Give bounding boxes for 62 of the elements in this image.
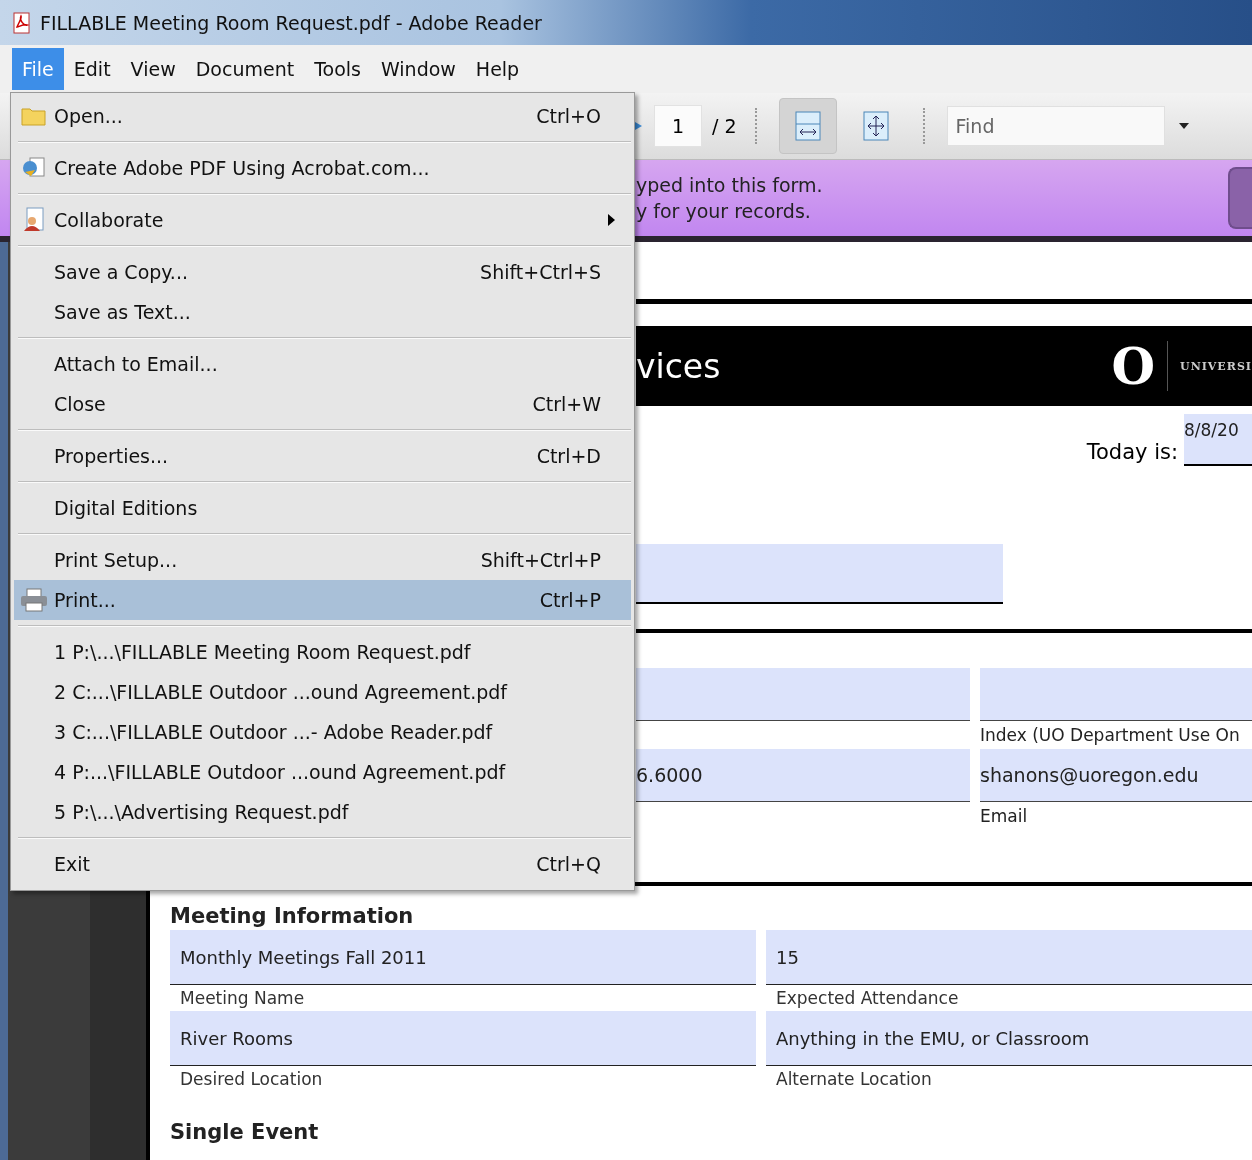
menu-item[interactable]: Digital Editions: [14, 488, 631, 528]
field-label: Index (UO Department Use On: [980, 724, 1241, 747]
menu-item[interactable]: Tools: [304, 48, 371, 90]
header-title: vices: [636, 346, 721, 386]
section-heading: Single Event: [170, 1120, 320, 1144]
page-number-field[interactable]: 1: [654, 105, 702, 147]
menu-item[interactable]: 1 P:\...\FILLABLE Meeting Room Request.pdf: [14, 632, 631, 672]
banner-text: yped into this form.: [636, 174, 823, 196]
menu-item[interactable]: View: [120, 48, 186, 90]
section-heading: Meeting Information: [170, 904, 415, 928]
text-field[interactable]: shanons@uoregon.edu: [980, 749, 1252, 802]
window-title: FILLABLE Meeting Room Request.pdf - Adobe Reader: [40, 11, 542, 34]
banner-button[interactable]: [1228, 167, 1252, 229]
menu-item[interactable]: Help: [465, 48, 530, 90]
menu-item[interactable]: Attach to Email...: [14, 344, 631, 384]
date-field[interactable]: 8/8/20: [1184, 414, 1252, 466]
field-label: Meeting Name: [179, 987, 306, 1010]
banner-text: y for your records.: [636, 200, 812, 222]
menu-item[interactable]: Properties... Ctrl+D: [14, 436, 631, 476]
find-field[interactable]: Find: [946, 106, 1165, 146]
menu-item[interactable]: Exit Ctrl+Q: [14, 844, 631, 884]
menu-item[interactable]: Collaborate: [14, 200, 631, 240]
menu-item[interactable]: 4 P:...\FILLABLE Outdoor ...ound Agreement.pdf: [14, 752, 631, 792]
fit-width-icon: [794, 111, 821, 141]
menu-item[interactable]: Save a Copy... Shift+Ctrl+S: [14, 252, 631, 292]
submenu-arrow-icon: [608, 214, 615, 226]
folder-icon: [21, 106, 47, 126]
menu-item[interactable]: Open... Ctrl+O: [14, 96, 631, 136]
menu-item[interactable]: 3 C:...\FILLABLE Outdoor ...- Adobe Reader.pdf: [14, 712, 631, 752]
field-label: Desired Location: [179, 1068, 324, 1091]
menu-item[interactable]: Save as Text...: [14, 292, 631, 332]
text-field[interactable]: [636, 544, 1003, 604]
field-label: Expected Attendance: [775, 987, 960, 1010]
menu-item[interactable]: Window: [370, 48, 466, 90]
page-count: / 2: [712, 115, 737, 137]
menu-item[interactable]: Document: [185, 48, 305, 90]
field-label: Today is:: [1086, 440, 1178, 464]
text-field[interactable]: [636, 668, 970, 721]
menu-item[interactable]: 5 P:\...\Advertising Request.pdf: [14, 792, 631, 832]
dropdown-caret-icon[interactable]: [1178, 123, 1189, 129]
menu-item[interactable]: Create Adobe PDF Using Acrobat.com...: [14, 148, 631, 188]
field-label: Email: [980, 805, 1029, 828]
fit-page-icon: [862, 111, 889, 141]
menu-item[interactable]: 2 C:...\FILLABLE Outdoor ...ound Agreement.pdf: [14, 672, 631, 712]
field-label: Alternate Location: [775, 1068, 933, 1091]
logo-mark: O: [1111, 336, 1156, 396]
text-field[interactable]: Anything in the EMU, or Classroom: [766, 1011, 1252, 1066]
menu-item[interactable]: Close Ctrl+W: [14, 384, 631, 424]
text-field[interactable]: River Rooms: [170, 1011, 756, 1066]
menu-item[interactable]: Print... Ctrl+P: [14, 580, 631, 620]
text-field[interactable]: [980, 668, 1252, 721]
printer-icon: [20, 588, 48, 612]
pdf-file-icon: [12, 11, 32, 34]
text-field[interactable]: 6.6000: [636, 749, 970, 802]
text-field[interactable]: Monthly Meetings Fall 2011: [170, 930, 756, 985]
menu-item[interactable]: Edit: [63, 48, 121, 90]
fit-width-button[interactable]: [778, 98, 837, 154]
text-field[interactable]: 15: [766, 930, 1252, 985]
globe-document-icon: [21, 156, 47, 180]
people-document-icon: [21, 207, 47, 233]
menu-item[interactable]: Print Setup... Shift+Ctrl+P: [14, 540, 631, 580]
logo-text: UNIVERSI: [1180, 359, 1252, 373]
